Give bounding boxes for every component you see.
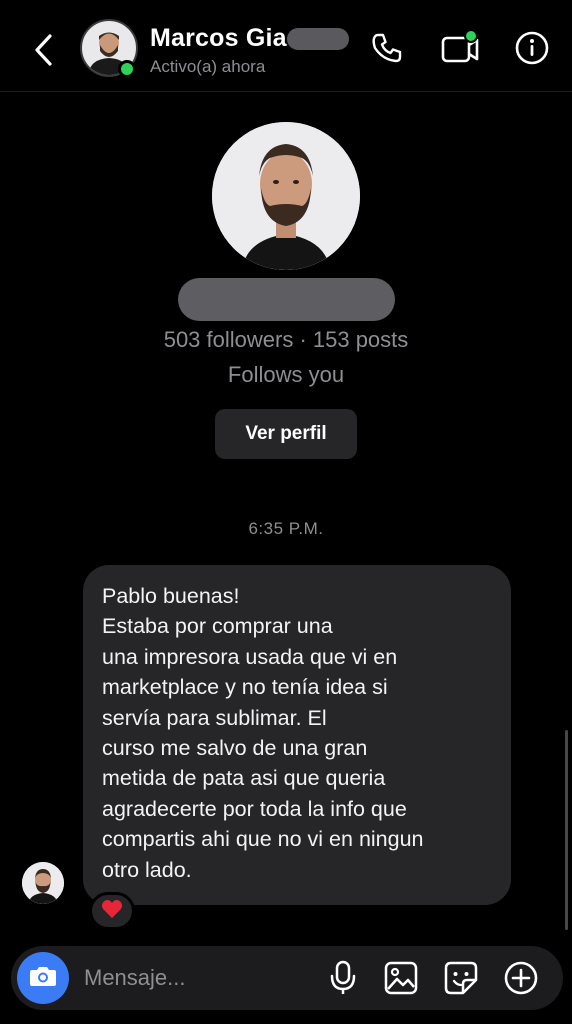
back-arrow-icon[interactable] xyxy=(24,30,64,70)
phone-icon[interactable] xyxy=(367,28,407,68)
message-line: compartis ahi que no vi en ningun xyxy=(102,827,424,852)
message-line: metida de pata asi que queria xyxy=(102,766,386,791)
camera-button[interactable] xyxy=(17,952,69,1004)
info-icon[interactable] xyxy=(512,28,552,68)
username-redaction xyxy=(178,278,395,321)
message-timestamp: 6:35 P.M. xyxy=(248,519,324,538)
message-line: una impresora usada que vi en xyxy=(102,644,398,669)
active-status: Activo(a) ahora xyxy=(150,57,266,76)
sender-avatar[interactable] xyxy=(22,862,64,904)
heart-reaction[interactable] xyxy=(89,892,135,930)
view-profile-button[interactable]: Ver perfil xyxy=(215,409,357,459)
message-line: otro lado. xyxy=(102,857,192,882)
online-indicator xyxy=(118,60,136,78)
name-redaction xyxy=(287,28,349,50)
heart-icon xyxy=(101,899,123,924)
profile-avatar[interactable] xyxy=(212,122,360,270)
message-line: agradecerte por toda la info que xyxy=(102,796,407,821)
follows-you-label: Follows you xyxy=(227,362,345,387)
message-input[interactable] xyxy=(84,958,314,998)
chat-header: Marcos Gia Activo(a) ahora xyxy=(0,0,572,92)
message-line: Estaba por comprar una xyxy=(102,614,333,639)
video-call-icon[interactable] xyxy=(440,28,480,68)
contact-name[interactable]: Marcos Gia xyxy=(150,24,287,53)
message-bubble[interactable]: Pablo buenas! Estaba por comprar una una… xyxy=(83,565,511,905)
sticker-icon[interactable] xyxy=(441,958,481,998)
camera-icon xyxy=(29,964,57,993)
message-line: Pablo buenas! xyxy=(102,584,240,608)
profile-stats: 503 followers · 153 posts xyxy=(163,327,409,352)
message-line: marketplace y no tenía idea si xyxy=(102,675,388,700)
message-line: curso me salvo de una gran xyxy=(102,736,368,761)
microphone-icon[interactable] xyxy=(323,958,363,998)
scrollbar[interactable] xyxy=(565,730,568,930)
add-icon[interactable] xyxy=(501,958,541,998)
gallery-icon[interactable] xyxy=(381,958,421,998)
message-line: servía para sublimar. El xyxy=(102,705,327,730)
